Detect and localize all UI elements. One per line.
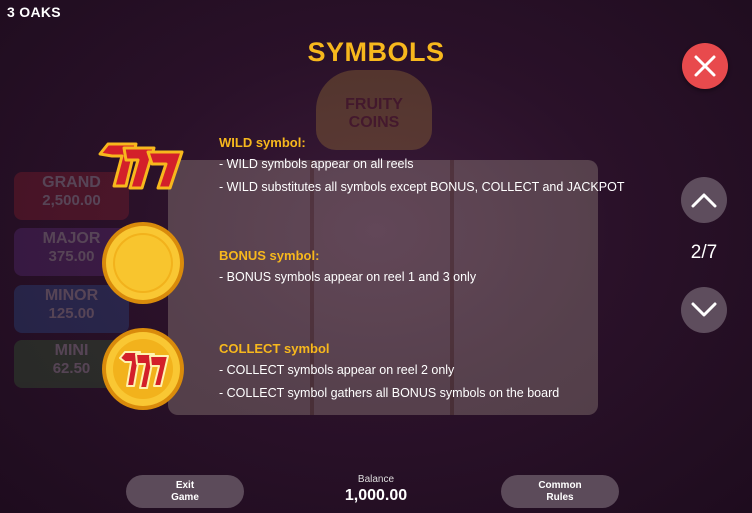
wild-line: - WILD symbols appear on all reels: [219, 157, 414, 171]
close-icon: [694, 55, 716, 77]
page-title: SYMBOLS: [307, 37, 445, 67]
balance-value: 1,000.00: [344, 487, 408, 504]
gold-coin-sevens-icon: [102, 328, 184, 410]
common-rules-label: Common: [538, 479, 582, 491]
jackpot-value: 2,500.00: [42, 192, 101, 209]
collect-line: - COLLECT symbol gathers all BONUS symbo…: [219, 386, 560, 400]
close-button[interactable]: [682, 43, 728, 89]
bonus-title: BONUS symbol:: [219, 248, 320, 263]
common-rules-label: Rules: [546, 491, 574, 503]
logo-line: COINS: [348, 114, 400, 131]
collect-title: COLLECT symbol: [219, 341, 330, 356]
wild-line: - WILD substitutes all symbols except BO…: [219, 180, 625, 194]
balance-label: Balance: [357, 474, 395, 485]
page-indicator: 2/7: [690, 242, 718, 263]
exit-game-label: Game: [171, 491, 199, 503]
bonus-section: BONUS symbol: - BONUS symbols appear on …: [219, 248, 476, 293]
wild-title: WILD symbol:: [219, 135, 306, 150]
common-rules-button[interactable]: Common Rules: [501, 475, 619, 508]
previous-page-button[interactable]: [681, 177, 727, 223]
gold-coin-icon: [102, 222, 184, 304]
chevron-down-icon: [691, 302, 717, 317]
next-page-button[interactable]: [681, 287, 727, 333]
exit-game-button[interactable]: Exit Game: [126, 475, 244, 508]
collect-section: COLLECT symbol - COLLECT symbols appear …: [219, 341, 559, 409]
jackpot-value: 125.00: [48, 305, 95, 322]
bonus-line: - BONUS symbols appear on reel 1 and 3 o…: [219, 270, 477, 284]
wild-section: WILD symbol: - WILD symbols appear on al…: [219, 135, 624, 203]
collect-line: - COLLECT symbols appear on reel 2 only: [219, 363, 455, 377]
logo-line: FRUITY: [345, 96, 403, 113]
background-logo-text: FRUITY COINS: [316, 96, 432, 132]
chevron-up-icon: [691, 193, 717, 208]
sevens-wild-icon: [98, 142, 184, 190]
provider-logo: 3 OAKS: [7, 4, 61, 20]
exit-game-label: Exit: [175, 479, 195, 491]
balance-display: Balance 1,000.00: [300, 474, 452, 505]
